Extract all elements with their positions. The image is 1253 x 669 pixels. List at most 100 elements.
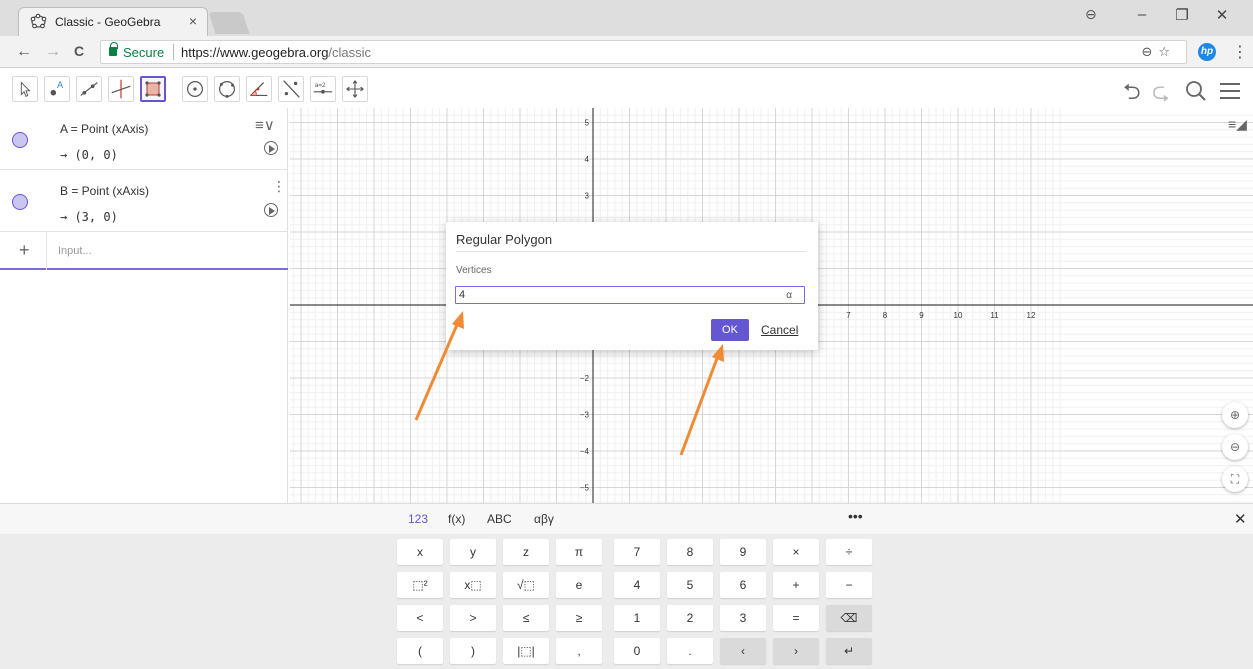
key-r0-c6[interactable]: 9 — [720, 539, 766, 565]
item-menu-icon[interactable]: ⋮ — [272, 178, 286, 195]
key-r3-c6[interactable]: ‹ — [720, 638, 766, 664]
perpendicular-line-tool-icon[interactable] — [108, 76, 134, 102]
search-icon[interactable] — [1185, 80, 1207, 102]
key-r1-c8[interactable]: − — [826, 572, 872, 598]
key-r0-c2[interactable]: z — [503, 539, 549, 565]
key-r2-c7[interactable]: = — [773, 605, 819, 631]
tab-functions[interactable]: f(x) — [448, 512, 465, 526]
zoom-in-button[interactable]: ⊕ — [1222, 402, 1248, 428]
close-keyboard-icon[interactable]: ✕ — [1234, 510, 1247, 528]
move-graphics-view-tool-icon[interactable] — [342, 76, 368, 102]
vertices-input[interactable]: 4 α — [455, 286, 805, 304]
play-animation-icon-b[interactable] — [264, 203, 278, 217]
algebra-item-b[interactable]: B = Point (xAxis) → (3, 0) — [0, 170, 288, 232]
profile-icon[interactable]: ⊖ — [1085, 6, 1097, 23]
slider-tool-icon[interactable]: a=2 — [310, 76, 336, 102]
key-r1-c1[interactable]: x⬚ — [450, 572, 496, 598]
algebra-item-a[interactable]: A = Point (xAxis) → (0, 0) — [0, 108, 288, 170]
y-tick-label: −5 — [580, 484, 590, 493]
visibility-toggle-b[interactable] — [12, 194, 28, 210]
circle-tool-icon[interactable] — [182, 76, 208, 102]
key-r3-c4[interactable]: 0 — [614, 638, 660, 664]
geogebra-logo-icon — [30, 13, 47, 29]
zoom-and-bookmark-icons[interactable]: ⊖☆ — [1141, 44, 1176, 60]
key-r2-c8[interactable]: ⌫ — [826, 605, 872, 631]
symbol-button[interactable]: α — [786, 288, 792, 304]
key-r1-c3[interactable]: e — [556, 572, 602, 598]
vertices-value: 4 — [459, 289, 466, 301]
play-animation-icon-a[interactable] — [264, 141, 278, 155]
tab-title: Classic - GeoGebra — [55, 15, 161, 29]
key-r2-c2[interactable]: ≤ — [503, 605, 549, 631]
visibility-toggle-a[interactable] — [12, 132, 28, 148]
key-r1-c5[interactable]: 5 — [667, 572, 713, 598]
algebra-description-toggle-icon[interactable]: ≡∨ — [255, 116, 275, 134]
key-r0-c8[interactable]: ÷ — [826, 539, 872, 565]
algebra-input-row[interactable]: + Input... — [0, 232, 288, 270]
minimize-button[interactable]: – — [1122, 6, 1162, 28]
key-r0-c3[interactable]: π — [556, 539, 602, 565]
key-r2-c3[interactable]: ≥ — [556, 605, 602, 631]
point-tool-icon[interactable]: A — [44, 76, 70, 102]
key-r2-c6[interactable]: 3 — [720, 605, 766, 631]
tab-abc[interactable]: ABC — [487, 512, 512, 526]
key-r3-c8[interactable]: ↵ — [826, 638, 872, 664]
key-r0-c0[interactable]: x — [397, 539, 443, 565]
line-tool-icon[interactable] — [76, 76, 102, 102]
key-r2-c5[interactable]: 2 — [667, 605, 713, 631]
key-r0-c7[interactable]: × — [773, 539, 819, 565]
x-tick-label: 7 — [846, 311, 851, 320]
key-r1-c6[interactable]: 6 — [720, 572, 766, 598]
ok-button[interactable]: OK — [711, 319, 749, 341]
cancel-button[interactable]: Cancel — [761, 323, 798, 337]
key-r3-c1[interactable]: ) — [450, 638, 496, 664]
new-tab-button[interactable] — [208, 12, 250, 34]
forward-button[interactable]: → — [45, 43, 61, 61]
key-r0-c4[interactable]: 7 — [614, 539, 660, 565]
reload-button[interactable]: C — [74, 43, 84, 59]
add-icon[interactable]: + — [19, 240, 30, 261]
angle-tool-icon[interactable] — [246, 76, 272, 102]
key-r0-c5[interactable]: 8 — [667, 539, 713, 565]
virtual-keyboard: 123 f(x) ABC αβγ ••• ✕ x y z π 7 8 9 × ÷ ⬚² x⬚ √⬚ e 4… — [0, 503, 1253, 669]
tab-greek[interactable]: αβγ — [534, 512, 554, 526]
key-r3-c3[interactable]: , — [556, 638, 602, 664]
value-a: → (0, 0) — [60, 148, 118, 162]
zoom-out-button[interactable]: ⊖ — [1222, 434, 1248, 460]
key-r1-c0[interactable]: ⬚² — [397, 572, 443, 598]
browser-menu-icon[interactable]: ⋮ — [1232, 42, 1248, 62]
style-bar-toggle-icon[interactable]: ≡◢ — [1228, 116, 1247, 133]
regular-polygon-tool-icon[interactable] — [140, 76, 166, 102]
fullscreen-button[interactable]: ⛶ — [1222, 466, 1248, 492]
more-keys-icon[interactable]: ••• — [848, 508, 863, 524]
reflect-tool-icon[interactable] — [278, 76, 304, 102]
key-r3-c2[interactable]: |⬚| — [503, 638, 549, 664]
browser-tab[interactable]: Classic - GeoGebra × — [18, 7, 208, 36]
y-tick-label: −2 — [580, 374, 590, 383]
circle-through-3-points-tool-icon[interactable] — [214, 76, 240, 102]
x-tick-label: 10 — [954, 311, 963, 320]
key-r3-c0[interactable]: ( — [397, 638, 443, 664]
definition-a: A = Point (xAxis) — [60, 122, 149, 136]
algebra-input[interactable]: Input... — [58, 245, 92, 257]
key-r1-c4[interactable]: 4 — [614, 572, 660, 598]
key-r3-c5[interactable]: . — [667, 638, 713, 664]
url-field[interactable]: Secure https://www.geogebra.org/classic … — [100, 40, 1187, 64]
back-button[interactable]: ← — [16, 43, 32, 61]
hp-extension-icon[interactable]: hp — [1198, 43, 1216, 61]
input-separator — [46, 232, 47, 270]
key-r3-c7[interactable]: › — [773, 638, 819, 664]
key-r2-c1[interactable]: > — [450, 605, 496, 631]
key-r1-c7[interactable]: + — [773, 572, 819, 598]
tab-close-icon[interactable]: × — [189, 13, 197, 29]
key-r2-c0[interactable]: < — [397, 605, 443, 631]
key-r0-c1[interactable]: y — [450, 539, 496, 565]
dialog-title: Regular Polygon — [456, 232, 553, 247]
key-r1-c2[interactable]: √⬚ — [503, 572, 549, 598]
tab-123[interactable]: 123 — [408, 512, 428, 526]
close-window-button[interactable]: ✕ — [1202, 6, 1242, 28]
maximize-button[interactable]: ❐ — [1162, 6, 1202, 28]
main-menu-icon[interactable] — [1219, 81, 1241, 101]
move-tool-icon[interactable] — [12, 76, 38, 102]
key-r2-c4[interactable]: 1 — [614, 605, 660, 631]
